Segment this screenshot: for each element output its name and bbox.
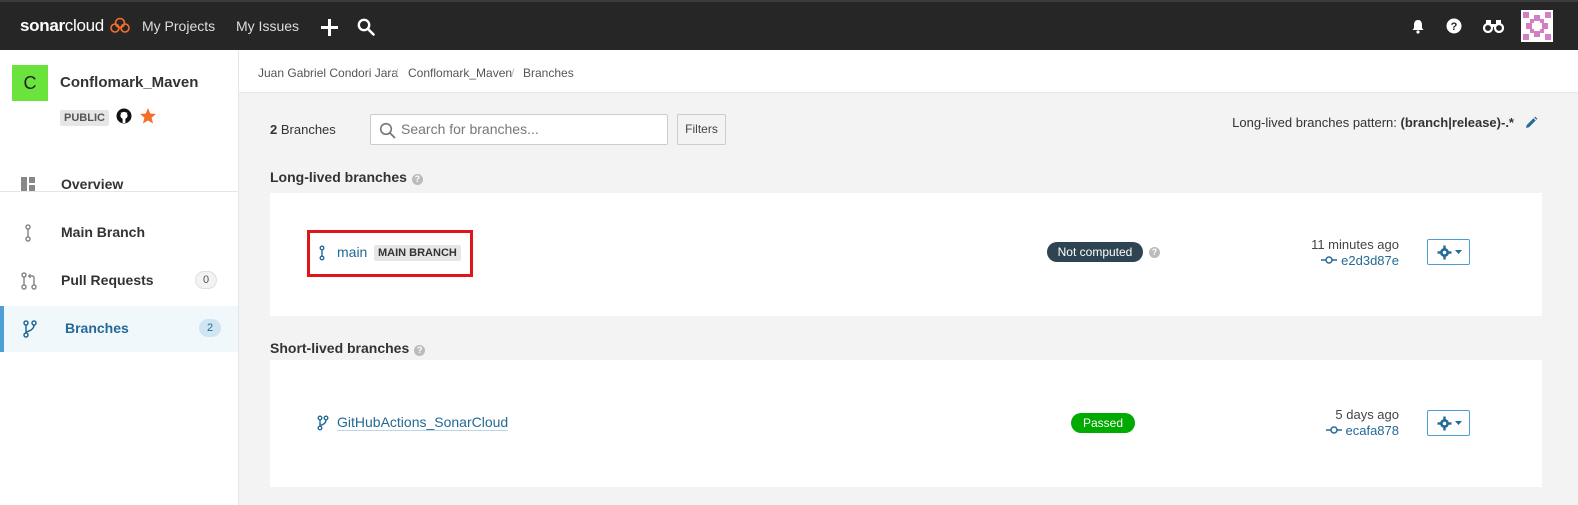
short-lived-section-title: Short-lived branches? <box>270 340 426 356</box>
count-badge: 2 <box>199 319 221 337</box>
breadcrumb-organization[interactable]: Juan Gabriel Condori Jara <box>258 66 398 80</box>
nav-my-projects[interactable]: My Projects <box>142 18 215 34</box>
project-name[interactable]: Conflomark_Maven <box>60 74 198 91</box>
sidebar-item-label: Pull Requests <box>61 272 154 288</box>
gear-icon <box>1437 245 1452 260</box>
fork-icon <box>23 320 37 338</box>
breadcrumb-separator: / <box>511 66 515 80</box>
bell-icon[interactable] <box>1411 19 1425 34</box>
project-sidebar: C Conflomark_Maven PUBLIC Overview Main … <box>0 50 239 505</box>
breadcrumb-project[interactable]: Conflomark_Maven <box>408 66 512 80</box>
branch-settings-button[interactable] <box>1427 410 1470 436</box>
branch-icon <box>25 224 31 242</box>
plus-icon[interactable] <box>320 18 339 37</box>
long-lived-section-title: Long-lived branches? <box>270 169 423 185</box>
sidebar-item-branches[interactable]: Branches 2 <box>0 306 238 352</box>
sidebar-item-label: Branches <box>65 320 129 336</box>
chevron-down-icon <box>1455 250 1462 254</box>
search-icon[interactable] <box>357 18 375 36</box>
commit-hash: ecafa878 <box>1345 423 1400 438</box>
help-icon[interactable]: ? <box>414 345 426 356</box>
long-lived-branches-card: main MAIN BRANCH Not computed ? 11 minut… <box>270 193 1542 316</box>
branch-name-link[interactable]: main <box>337 244 367 260</box>
commit-icon <box>1321 256 1338 264</box>
visibility-badge: PUBLIC <box>60 110 109 126</box>
branch-icon <box>319 245 325 261</box>
branch-search-box[interactable] <box>370 114 668 145</box>
search-icon <box>379 122 396 139</box>
quality-gate-status: Passed <box>1071 413 1135 433</box>
section-title-text: Long-lived branches <box>270 169 407 185</box>
edit-pencil-icon[interactable] <box>1524 116 1538 130</box>
commit-hash-link[interactable]: ecafa878 <box>1325 423 1400 438</box>
breadcrumb-current: Branches <box>523 66 574 80</box>
breadcrumb-separator: / <box>395 66 399 80</box>
branch-name-link[interactable]: GitHubActions_SonarCloud <box>337 414 509 431</box>
filters-button[interactable]: Filters <box>677 114 726 145</box>
short-lived-branches-card: GitHubActions_SonarCloud Passed 5 days a… <box>270 360 1542 487</box>
branch-search-input[interactable] <box>401 121 661 137</box>
branch-row: main MAIN BRANCH Not computed ? 11 minut… <box>270 193 1542 316</box>
commit-icon <box>1325 426 1342 434</box>
section-title-text: Short-lived branches <box>270 340 410 356</box>
analysis-time: 11 minutes ago <box>1311 237 1399 252</box>
pattern-value: (branch|release)-.* <box>1400 115 1514 130</box>
branch-settings-button[interactable] <box>1427 239 1470 265</box>
quality-gate-status: Not computed <box>1047 242 1143 262</box>
sidebar-item-pull-requests[interactable]: Pull Requests 0 <box>0 258 238 304</box>
top-navigation-bar: sonarcloud My Projects My Issues ? <box>0 0 1578 50</box>
main-content: Juan Gabriel Condori Jara / Conflomark_M… <box>239 50 1578 505</box>
help-icon[interactable]: ? <box>411 174 423 185</box>
sidebar-item-label: Main Branch <box>61 224 146 240</box>
sidebar-item-label: Overview <box>61 176 124 192</box>
binoculars-icon[interactable] <box>1483 19 1504 33</box>
long-lived-pattern: Long-lived branches pattern: (branch|rel… <box>1232 115 1514 130</box>
pattern-label: Long-lived branches pattern: <box>1232 115 1397 130</box>
help-icon[interactable]: ? <box>1149 247 1160 258</box>
commit-hash-link[interactable]: e2d3d87e <box>1321 253 1399 268</box>
main-branch-badge: MAIN BRANCH <box>374 245 461 261</box>
github-icon[interactable] <box>116 108 132 124</box>
branches-count-number: 2 <box>270 122 278 137</box>
svg-text:?: ? <box>1451 21 1458 33</box>
project-avatar: C <box>12 65 48 101</box>
logo-text-bold: sonar <box>20 16 65 35</box>
logo-text-light: cloud <box>64 16 104 35</box>
user-avatar[interactable] <box>1521 10 1553 42</box>
dashboard-icon <box>21 177 35 191</box>
sidebar-item-overview[interactable]: Overview <box>0 162 238 208</box>
count-badge: 0 <box>195 271 217 289</box>
sidebar-item-main-branch[interactable]: Main Branch <box>0 210 238 256</box>
breadcrumb: Juan Gabriel Condori Jara / Conflomark_M… <box>239 50 1578 93</box>
favorite-star-icon[interactable] <box>139 107 157 125</box>
nav-my-issues[interactable]: My Issues <box>236 18 299 34</box>
help-icon[interactable]: ? <box>1446 18 1462 34</box>
branches-count-label: Branches <box>280 122 336 137</box>
cloud-logo-icon <box>110 17 131 33</box>
commit-hash: e2d3d87e <box>1341 253 1399 268</box>
branch-row: GitHubActions_SonarCloud Passed 5 days a… <box>270 360 1542 487</box>
branches-count: 2 Branches <box>270 122 336 137</box>
chevron-down-icon <box>1455 421 1462 425</box>
analysis-time: 5 days ago <box>1335 407 1399 422</box>
fork-icon <box>317 415 329 431</box>
sonarcloud-logo[interactable]: sonarcloud <box>20 16 131 36</box>
pull-request-icon <box>21 272 37 290</box>
gear-icon <box>1437 416 1452 431</box>
